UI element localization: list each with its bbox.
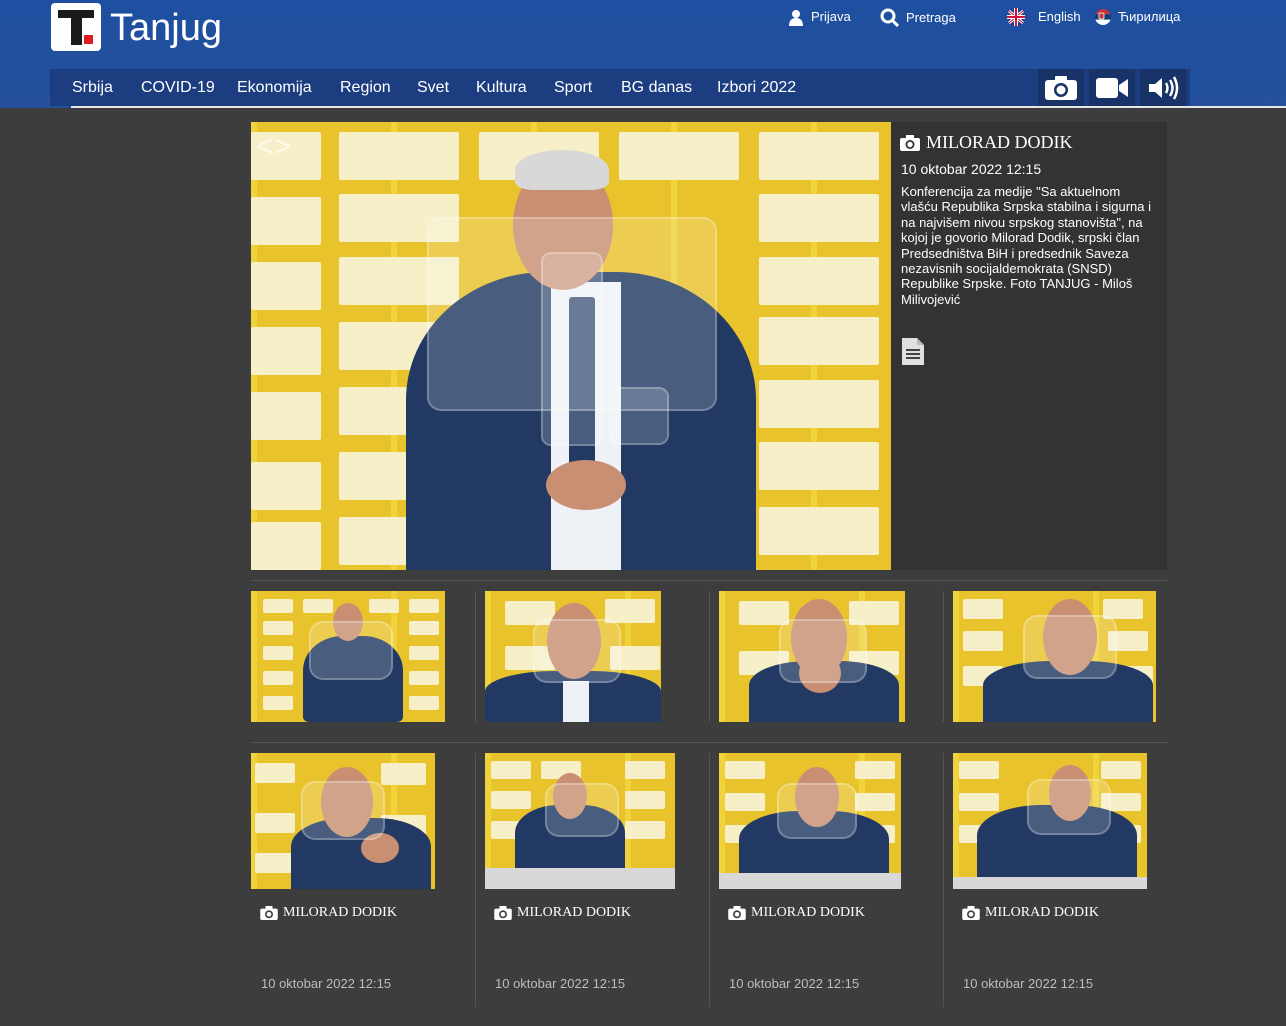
nav-item-srbija[interactable]: Srbija	[72, 69, 113, 106]
gallery-item-title-text[interactable]: MILORAD DODIK	[751, 905, 865, 921]
tanjug-logo-icon[interactable]	[51, 3, 101, 51]
gallery-item-date: 10 oktobar 2022 12:15	[729, 976, 860, 991]
cyrillic-label: Ћирилица	[1118, 9, 1181, 24]
photo-gallery-button[interactable]	[1038, 69, 1084, 106]
search-icon	[880, 8, 899, 27]
gallery-item-date: 10 oktobar 2022 12:15	[963, 976, 1094, 991]
thumbnail-photo[interactable]	[719, 753, 901, 889]
gallery-item-title[interactable]: MILORAD DODIK	[728, 905, 865, 921]
thumbnail-photo[interactable]	[251, 591, 445, 722]
photo-title-text: MILORAD DODIK	[926, 132, 1073, 152]
divider	[709, 753, 710, 1007]
nav-item-covid[interactable]: COVID-19	[141, 69, 215, 106]
thumbnail-photo[interactable]	[485, 591, 661, 722]
gallery-item-date: 10 oktobar 2022 12:15	[495, 976, 626, 991]
nav-item-ekonomija[interactable]: Ekonomija	[237, 69, 312, 106]
gallery-item-title-text[interactable]: MILORAD DODIK	[985, 905, 1099, 921]
divider	[251, 580, 1167, 581]
login-label: Prijava	[811, 9, 851, 24]
audio-icon	[1149, 75, 1179, 100]
divider	[251, 742, 1167, 743]
audio-gallery-button[interactable]	[1140, 69, 1186, 106]
nav-divider	[71, 106, 1286, 108]
photo-description: Konferencija za medije "Sa aktuelnom vla…	[901, 184, 1152, 307]
divider	[475, 591, 476, 722]
english-link[interactable]: English	[1007, 8, 1081, 26]
photo-date: 10 oktobar 2022 12:15	[901, 161, 1042, 177]
gallery-item-title[interactable]: MILORAD DODIK	[962, 905, 1099, 921]
video-icon	[1096, 77, 1128, 98]
document-icon[interactable]	[901, 337, 925, 371]
thumbnail-photo[interactable]	[953, 591, 1156, 722]
nav-item-sport[interactable]: Sport	[554, 69, 592, 106]
nav-item-kultura[interactable]: Kultura	[476, 69, 527, 106]
thumbnail-photo[interactable]	[953, 753, 1147, 889]
slider-arrows-icon[interactable]: < >	[256, 130, 291, 164]
camera-icon	[260, 906, 278, 920]
search-label: Pretraga	[906, 9, 956, 25]
gallery-item-title-text[interactable]: MILORAD DODIK	[283, 905, 397, 921]
nav-item-svet[interactable]: Svet	[417, 69, 449, 106]
serbia-flag-icon	[1095, 9, 1111, 25]
camera-icon	[900, 134, 920, 151]
divider	[943, 753, 944, 1007]
divider	[475, 753, 476, 1007]
camera-icon	[494, 906, 512, 920]
site-logo-text[interactable]: Tanjug	[110, 4, 222, 52]
thumbnail-photo[interactable]	[485, 753, 675, 889]
main-nav	[50, 69, 1190, 106]
featured-photo[interactable]	[251, 122, 891, 570]
nav-item-bg-danas[interactable]: BG danas	[621, 69, 692, 106]
gallery-item-title[interactable]: MILORAD DODIK	[494, 905, 631, 921]
nav-item-region[interactable]: Region	[340, 69, 391, 106]
video-gallery-button[interactable]	[1089, 69, 1135, 106]
cyrillic-link[interactable]: Ћирилица	[1095, 8, 1180, 26]
gallery-item-title-text[interactable]: MILORAD DODIK	[517, 905, 631, 921]
thumbnail-photo[interactable]	[251, 753, 435, 889]
search-link[interactable]: Pretraga	[880, 8, 956, 27]
divider	[709, 591, 710, 722]
thumbnail-photo[interactable]	[719, 591, 905, 722]
camera-icon	[728, 906, 746, 920]
english-label: English	[1038, 9, 1081, 24]
user-icon	[789, 9, 803, 26]
gallery-item-date: 10 oktobar 2022 12:15	[261, 976, 392, 991]
divider	[943, 591, 944, 722]
camera-icon	[1045, 75, 1077, 100]
login-link[interactable]: Prijava	[788, 8, 851, 26]
camera-icon	[962, 906, 980, 920]
photo-title: MILORAD DODIK	[900, 132, 1073, 153]
uk-flag-icon	[1007, 8, 1025, 26]
nav-item-izbori[interactable]: Izbori 2022	[717, 69, 796, 106]
gallery-item-title[interactable]: MILORAD DODIK	[260, 905, 397, 921]
